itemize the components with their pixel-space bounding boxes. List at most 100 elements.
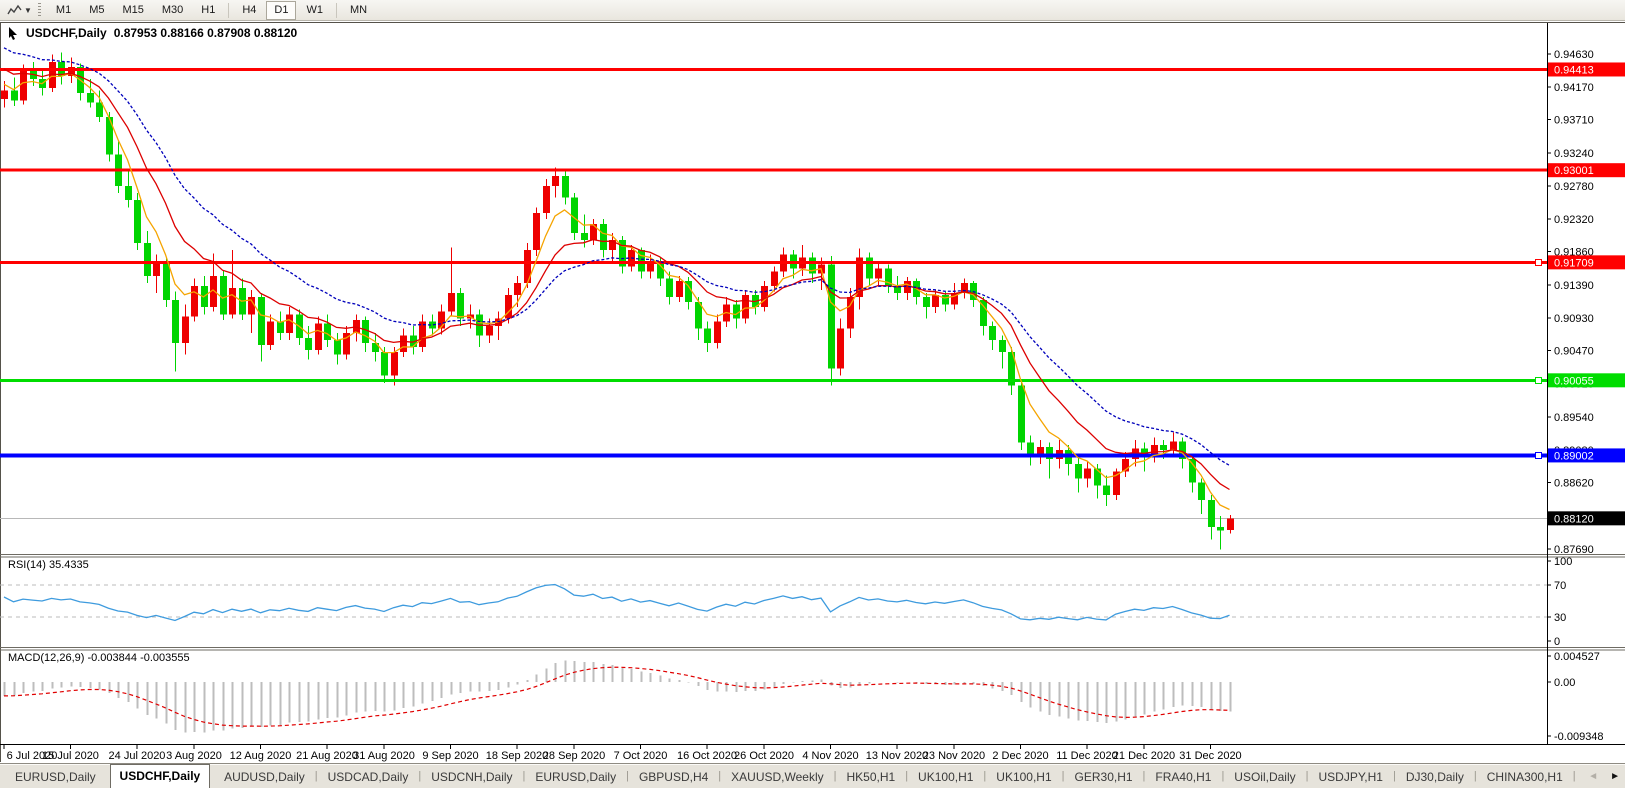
candle-body: [828, 264, 835, 368]
candle-body: [134, 200, 141, 243]
candle-body: [334, 340, 341, 354]
date-tick-label: 31 Dec 2020: [1179, 750, 1241, 762]
candle-body: [486, 326, 493, 336]
timeframe-button-d1[interactable]: D1: [266, 1, 296, 20]
tab-uk100-h1-10[interactable]: UK100,H1: [987, 767, 1060, 788]
tab-china300-h1-16[interactable]: CHINA300,H1: [1478, 767, 1572, 788]
candle-body: [989, 326, 996, 340]
tab-dj30-daily-15[interactable]: DJ30,Daily: [1397, 767, 1473, 788]
tab-audusd-daily-2[interactable]: AUDUSD,Daily: [215, 767, 314, 788]
candle-body: [258, 297, 265, 345]
tab-fra40-h1-12[interactable]: FRA40,H1: [1146, 767, 1220, 788]
tab-gbpusd-h4-6[interactable]: GBPUSD,H4: [630, 767, 717, 788]
candle-body: [353, 320, 360, 333]
date-tick-label: 15 Jul 2020: [42, 750, 99, 762]
candle-body: [1037, 447, 1044, 454]
candle-body: [552, 176, 559, 186]
candle-body: [1132, 448, 1139, 459]
candle-body: [628, 250, 635, 266]
current-price-label: 0.88120: [1554, 513, 1594, 525]
candle-body: [913, 281, 920, 297]
chart-plot: 0.946300.941700.937100.932400.927800.923…: [0, 0, 1625, 788]
candle-body: [951, 293, 958, 304]
candle-body: [248, 297, 255, 314]
price-tick-label: 0.92780: [1554, 181, 1594, 193]
chart-title-symbol: USDCHF,Daily: [26, 26, 107, 40]
candles-layer: [1, 53, 1234, 550]
macd-tick-label: 0.004527: [1554, 651, 1600, 663]
hline-handle-0.89002[interactable]: [1536, 452, 1542, 458]
candle-body: [790, 254, 797, 268]
timeframe-button-m30[interactable]: M30: [154, 1, 191, 20]
tab-usdcnh-daily-4[interactable]: USDCNH,Daily: [422, 767, 521, 788]
candle-body: [1170, 441, 1177, 450]
chart-cursor-icon: [7, 4, 22, 17]
macd-label: MACD(12,26,9) -0.003844 -0.003555: [8, 652, 190, 664]
hline-handle-0.91709[interactable]: [1536, 259, 1542, 265]
rsi-line: [4, 585, 1230, 621]
tab-hk50-h1-8[interactable]: HK50,H1: [837, 767, 904, 788]
price-tick-label: 0.90930: [1554, 313, 1594, 325]
candle-body: [847, 297, 854, 328]
tab-scroll-right-icon[interactable]: ►: [1610, 771, 1620, 782]
hline-handle-0.90055[interactable]: [1536, 377, 1542, 383]
candle-body: [1103, 486, 1110, 495]
timeframe-button-m1[interactable]: M1: [48, 1, 79, 20]
candle-body: [39, 79, 46, 88]
price-tick-label: 0.92320: [1554, 214, 1594, 226]
timeframe-button-mn[interactable]: MN: [342, 1, 375, 20]
candle-body: [505, 295, 512, 319]
toolbar-grip[interactable]: [38, 3, 41, 17]
timeframe-button-h4[interactable]: H4: [234, 1, 264, 20]
tab-usdcad-daily-3[interactable]: USDCAD,Daily: [319, 767, 418, 788]
candle-body: [581, 233, 588, 240]
timeframe-button-m5[interactable]: M5: [81, 1, 112, 20]
candle-body: [210, 276, 217, 307]
candle-body: [239, 288, 246, 314]
tab-scroll-left-icon[interactable]: ◄: [1588, 771, 1598, 782]
date-tick-label: 26 Oct 2020: [734, 750, 794, 762]
candle-body: [961, 283, 968, 293]
price-tick-label: 0.91860: [1554, 247, 1594, 259]
price-tick-label: 0.90470: [1554, 346, 1594, 358]
candle-body: [286, 314, 293, 333]
candle-body: [391, 352, 398, 376]
candle-body: [153, 262, 160, 276]
candle-body: [448, 293, 455, 312]
candle-body: [400, 336, 407, 352]
candle-body: [1160, 445, 1167, 450]
chart-cursor-tool[interactable]: ▼: [4, 2, 35, 19]
tab-usdjpy-h1-14[interactable]: USDJPY,H1: [1310, 767, 1392, 788]
candle-body: [695, 302, 702, 328]
price-tick-label: 0.87690: [1554, 544, 1594, 556]
tab-eurusd-daily-5[interactable]: EURUSD,Daily: [526, 767, 625, 788]
timeframe-button-w1[interactable]: W1: [298, 1, 331, 20]
date-tick-label: 21 Dec 2020: [1113, 750, 1175, 762]
mt4-window: ▼ M1M5M15M30H1 H4D1W1 MN 0.946300.941700.9…: [0, 0, 1625, 788]
tab-eurusd-daily-0[interactable]: EURUSD,Daily: [6, 767, 105, 788]
date-tick-label: 28 Sep 2020: [543, 750, 605, 762]
tab-list: EURUSD,Daily|USDCHF,Daily|AUDUSD,Daily|U…: [6, 764, 1601, 788]
tab-uk100-h1-9[interactable]: UK100,H1: [909, 767, 982, 788]
price-tick-label: 0.94630: [1554, 49, 1594, 61]
candle-body: [837, 329, 844, 369]
candle-body: [429, 321, 436, 328]
price-tick-label: 0.91390: [1554, 280, 1594, 292]
ma-slow-blue: [4, 48, 1230, 466]
date-tick-label: 9 Sep 2020: [422, 750, 478, 762]
candle-body: [410, 336, 417, 347]
tab-usdchf-daily-1[interactable]: USDCHF,Daily: [110, 764, 211, 788]
candle-body: [638, 250, 645, 271]
candle-body: [533, 213, 540, 250]
candle-body: [571, 197, 578, 233]
candle-body: [68, 67, 75, 76]
tab-usoil-daily-13[interactable]: USOil,Daily: [1225, 767, 1304, 788]
timeframe-button-h1[interactable]: H1: [193, 1, 223, 20]
timeframe-button-m15[interactable]: M15: [114, 1, 151, 20]
candle-body: [115, 155, 122, 186]
candle-body: [172, 300, 179, 343]
tab-xauusd-weekly-7[interactable]: XAUUSD,Weekly: [722, 767, 832, 788]
tab-ger30-h1-11[interactable]: GER30,H1: [1066, 767, 1142, 788]
candle-body: [267, 321, 274, 345]
candle-body: [799, 257, 806, 268]
